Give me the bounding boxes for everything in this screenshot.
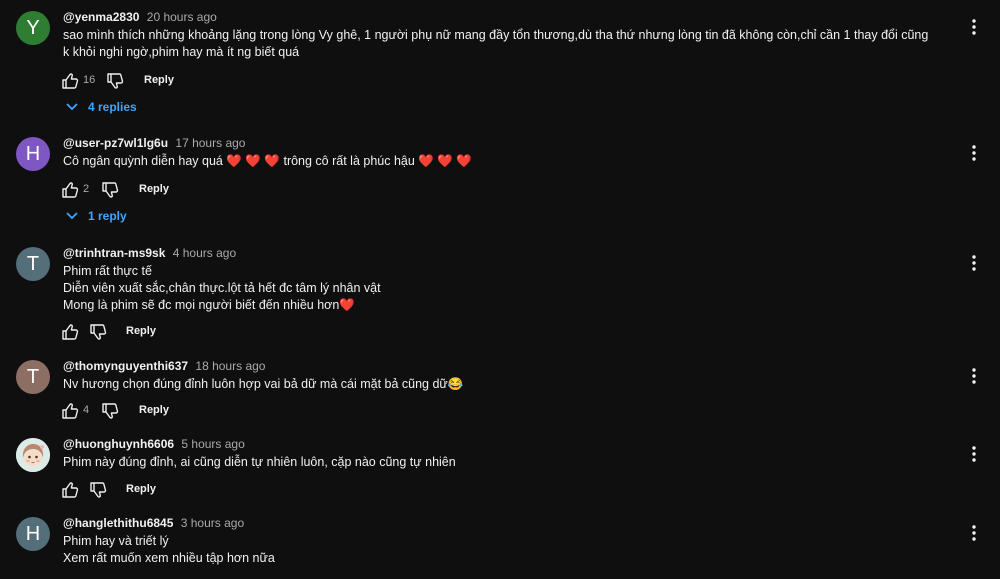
more-actions-icon[interactable]	[966, 143, 982, 163]
cartoon-avatar-image	[16, 438, 50, 472]
author-name[interactable]: @hanglethithu6845	[63, 516, 173, 530]
reply-button[interactable]: Reply	[139, 404, 169, 416]
comment-timestamp[interactable]: 18 hours ago	[195, 359, 265, 373]
comment-timestamp[interactable]: 4 hours ago	[173, 246, 236, 260]
chevron-down-icon	[66, 212, 78, 219]
comment-text: Phim rất thực tế Diễn viên xuất sắc,chân…	[63, 263, 933, 314]
dislike-icon[interactable]	[100, 180, 120, 200]
heart-emoji: ❤️ ❤️ ❤️	[418, 154, 472, 168]
author-name[interactable]: @yenma2830	[63, 10, 139, 24]
author-name[interactable]: @thomynguyenthi637	[63, 359, 188, 373]
more-actions-icon[interactable]	[966, 523, 982, 543]
reply-button[interactable]: Reply	[126, 325, 156, 337]
more-actions-icon[interactable]	[966, 366, 982, 386]
comment-header: @huonghuynh6606 5 hours ago	[63, 437, 245, 451]
like-icon[interactable]	[60, 401, 80, 421]
dislike-icon[interactable]	[88, 480, 108, 500]
avatar[interactable]: H	[16, 517, 50, 551]
like-icon[interactable]	[60, 480, 80, 500]
comment-text: sao mình thích những khoảng lặng trong l…	[63, 27, 933, 61]
author-name[interactable]: @huonghuynh6606	[63, 437, 174, 451]
comment-text-line: Cô ngân quỳnh diễn hay quá ❤️ ❤️ ❤️ trôn…	[63, 153, 933, 170]
comment-header: @trinhtran-ms9sk 4 hours ago	[63, 246, 236, 260]
replies-count-label: 1 reply	[88, 209, 127, 223]
comment-text-segment: Cô ngân quỳnh diễn hay quá	[63, 154, 223, 168]
comment-timestamp[interactable]: 5 hours ago	[181, 437, 244, 451]
comment-text-line: sao mình thích những khoảng lặng trong l…	[63, 28, 929, 59]
chevron-down-icon	[66, 103, 78, 110]
comment-timestamp[interactable]: 17 hours ago	[175, 136, 245, 150]
comment-text: Phim hay và triết lý Xem rất muốn xem nh…	[63, 533, 933, 567]
like-count: 2	[83, 183, 90, 195]
author-name[interactable]: @user-pz7wl1lg6u	[63, 136, 168, 150]
replies-count-label: 4 replies	[88, 100, 137, 114]
more-actions-icon[interactable]	[966, 444, 982, 464]
comment-text-line: Xem rất muốn xem nhiều tập hơn nữa	[63, 551, 275, 565]
like-icon[interactable]	[60, 71, 80, 91]
comment-header: @yenma2830 20 hours ago	[63, 10, 217, 24]
dislike-icon[interactable]	[88, 322, 108, 342]
heart-emoji: ❤️	[339, 298, 355, 312]
comment-text: Cô ngân quỳnh diễn hay quá ❤️ ❤️ ❤️ trôn…	[63, 153, 933, 170]
like-icon[interactable]	[60, 180, 80, 200]
dislike-icon[interactable]	[100, 401, 120, 421]
author-name[interactable]: @trinhtran-ms9sk	[63, 246, 165, 260]
avatar[interactable]: H	[16, 137, 50, 171]
comment-header: @user-pz7wl1lg6u 17 hours ago	[63, 136, 245, 150]
more-actions-icon[interactable]	[966, 253, 982, 273]
like-icon[interactable]	[60, 322, 80, 342]
avatar[interactable]: T	[16, 247, 50, 281]
laughing-emoji: 😂	[447, 377, 464, 391]
comment-text-line: Diễn viên xuất sắc,chân thực.lột tả hết …	[63, 281, 381, 295]
comment-text-line: Phim này đúng đỉnh, ai cũng diễn tự nhiê…	[63, 455, 456, 469]
reply-button[interactable]: Reply	[126, 483, 156, 495]
like-count: 16	[83, 74, 96, 86]
comment-text-line: Mong là phim sẽ đc mọi người biết đến nh…	[63, 297, 933, 314]
comment-text: Phim này đúng đỉnh, ai cũng diễn tự nhiê…	[63, 454, 933, 471]
comment-text: Nv hương chọn đúng đỉnh luôn hợp vai bả …	[63, 376, 933, 393]
like-count: 4	[83, 404, 90, 416]
more-actions-icon[interactable]	[966, 17, 982, 37]
comment-timestamp[interactable]: 3 hours ago	[181, 516, 244, 530]
comment-text-segment: trông cô rất là phúc hậu	[283, 154, 415, 168]
comment-text-segment: Mong là phim sẽ đc mọi người biết đến nh…	[63, 298, 340, 312]
comment-text-line: Phim hay và triết lý	[63, 534, 169, 548]
comment-timestamp[interactable]: 20 hours ago	[147, 10, 217, 24]
comment-text-segment: Nv hương chọn đúng đỉnh luôn hợp vai bả …	[63, 377, 448, 391]
avatar[interactable]: T	[16, 360, 50, 394]
avatar[interactable]: Y	[16, 11, 50, 45]
reply-button[interactable]: Reply	[144, 74, 174, 86]
dislike-icon[interactable]	[105, 71, 125, 91]
heart-emoji: ❤️ ❤️ ❤️	[226, 154, 280, 168]
reply-button[interactable]: Reply	[139, 183, 169, 195]
comment-text-line: Phim rất thực tế	[63, 264, 152, 278]
comment-text-line: Nv hương chọn đúng đỉnh luôn hợp vai bả …	[63, 376, 933, 393]
comment-header: @thomynguyenthi637 18 hours ago	[63, 359, 265, 373]
avatar[interactable]	[16, 438, 50, 472]
comment-header: @hanglethithu6845 3 hours ago	[63, 516, 244, 530]
